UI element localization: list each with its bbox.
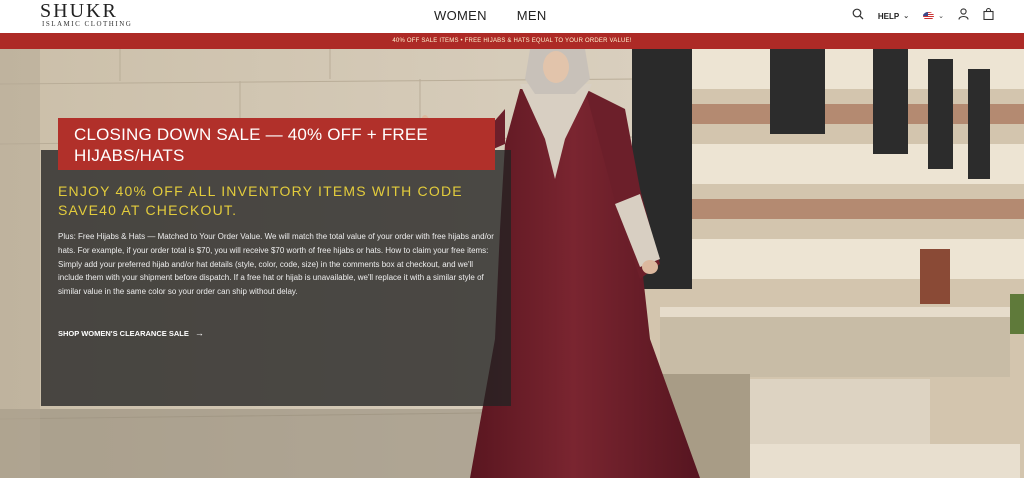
user-icon[interactable] — [958, 7, 969, 25]
logo[interactable]: SHUKR ISLAMIC CLOTHING — [40, 0, 133, 29]
shop-clearance-link[interactable]: SHOP WOMEN'S CLEARANCE SALE → — [58, 328, 204, 338]
main-nav: WOMEN MEN — [434, 8, 547, 23]
logo-tagline: ISLAMIC CLOTHING — [42, 20, 133, 28]
help-menu[interactable]: HELP ⌄ — [878, 12, 909, 21]
chevron-down-icon: ⌄ — [903, 13, 910, 20]
bag-icon[interactable] — [983, 7, 994, 25]
promo-text: 40% OFF SALE ITEMS • FREE HIJABS & HATS … — [392, 38, 632, 44]
logo-name: SHUKR — [40, 0, 118, 22]
nav-women[interactable]: WOMEN — [434, 8, 487, 23]
chevron-down-icon: ⌄ — [938, 13, 944, 20]
nav-men[interactable]: MEN — [517, 8, 547, 23]
sale-banner: CLOSING DOWN SALE — 40% OFF + FREE HIJAB… — [58, 118, 495, 170]
arrow-right-icon: → — [194, 328, 204, 338]
header-actions: HELP ⌄ ⌄ — [852, 7, 994, 25]
cta-label: SHOP WOMEN'S CLEARANCE SALE — [58, 328, 189, 338]
hero-body: Plus: Free Hijabs & Hats — Matched to Yo… — [58, 232, 494, 297]
promo-bar[interactable]: 40% OFF SALE ITEMS • FREE HIJABS & HATS … — [0, 33, 1024, 49]
help-label: HELP — [877, 11, 900, 21]
search-icon[interactable] — [852, 7, 864, 25]
flag-us-icon — [923, 12, 935, 20]
banner-title: CLOSING DOWN SALE — 40% OFF + FREE HIJAB… — [74, 125, 428, 165]
hero-headline: ENJOY 40% OFF ALL INVENTORY ITEMS WITH C… — [58, 183, 463, 218]
site-header: SHUKR ISLAMIC CLOTHING WOMEN MEN HELP ⌄ … — [0, 0, 1024, 33]
locale-selector[interactable]: ⌄ — [923, 12, 944, 20]
